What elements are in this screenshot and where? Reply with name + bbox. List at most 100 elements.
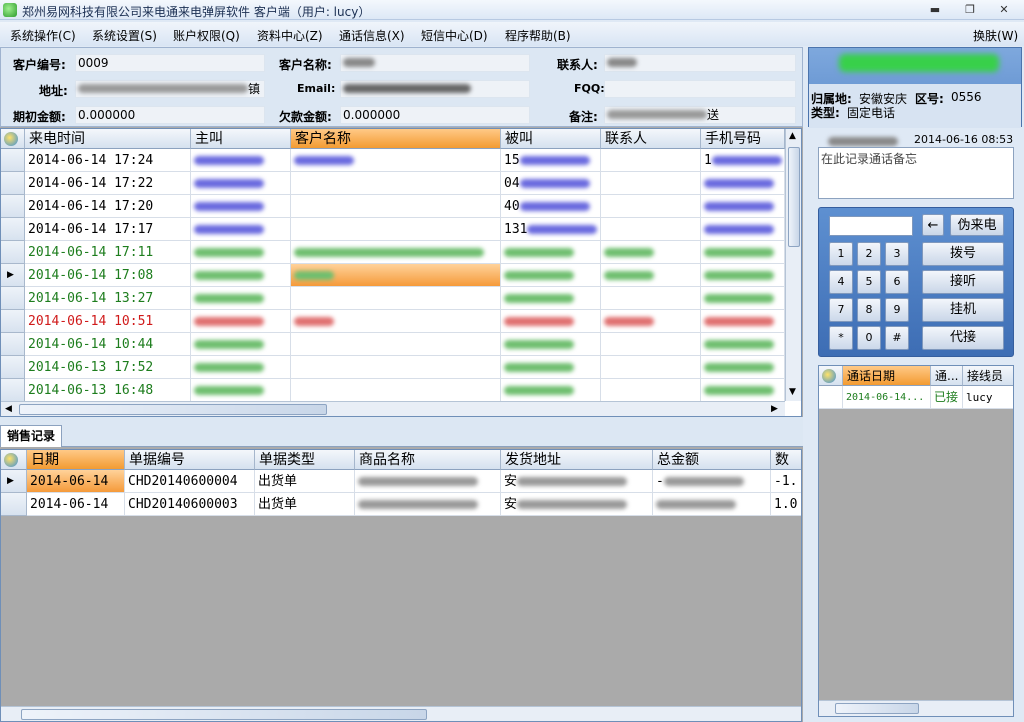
contact-cell[interactable] <box>601 218 701 241</box>
contact-field[interactable] <box>604 54 796 72</box>
email-field[interactable] <box>340 80 530 98</box>
called-cell[interactable] <box>501 333 601 356</box>
col-doc-no[interactable]: 单据编号 <box>125 450 255 470</box>
caller-cell[interactable] <box>191 264 291 287</box>
sales-date-cell[interactable]: 2014-06-14 <box>27 470 125 493</box>
sales-date-cell[interactable]: 2014-06-14 <box>27 493 125 516</box>
customer-name-cell[interactable] <box>291 218 501 241</box>
calls-vscroll-thumb[interactable] <box>788 147 800 247</box>
contact-cell[interactable] <box>601 379 701 402</box>
col-doc-type[interactable]: 单据类型 <box>255 450 355 470</box>
call-row-header[interactable]: ▶ <box>1 264 25 287</box>
mobile-cell[interactable] <box>701 310 785 333</box>
key-4[interactable]: 4 <box>829 270 853 294</box>
customer-name-cell[interactable] <box>291 195 501 218</box>
sales-qty-cell[interactable]: 1.0 <box>771 493 801 516</box>
history-row-header[interactable] <box>819 386 843 409</box>
minimize-button[interactable]: ▬ <box>921 2 949 18</box>
call-row-header[interactable] <box>1 172 25 195</box>
menu-system-settings[interactable]: 系统设置(S) <box>92 27 157 44</box>
close-button[interactable]: ✕ <box>990 2 1018 18</box>
sales-amount-cell[interactable]: - <box>653 470 771 493</box>
menu-call-info[interactable]: 通话信息(X) <box>339 27 405 44</box>
key-2[interactable]: 2 <box>857 242 881 266</box>
col-total-amount[interactable]: 总金额 <box>653 450 771 470</box>
call-row-header[interactable] <box>1 218 25 241</box>
col-called[interactable]: 被叫 <box>501 129 601 149</box>
called-cell[interactable]: 131 <box>501 218 601 241</box>
call-row-header[interactable] <box>1 149 25 172</box>
mobile-cell[interactable] <box>701 241 785 264</box>
customer-name-cell[interactable] <box>291 241 501 264</box>
mobile-cell[interactable] <box>701 379 785 402</box>
fqq-field[interactable] <box>604 80 796 98</box>
customer-name-cell[interactable] <box>291 172 501 195</box>
key-star[interactable]: * <box>829 326 853 350</box>
col-quantity[interactable]: 数量 <box>771 450 801 488</box>
menu-data-center[interactable]: 资料中心(Z) <box>257 27 323 44</box>
caller-cell[interactable] <box>191 333 291 356</box>
sales-qty-cell[interactable]: -1. <box>771 470 801 493</box>
caller-cell[interactable] <box>191 149 291 172</box>
arrears-field[interactable]: 0.000000 <box>340 106 530 124</box>
contact-cell[interactable] <box>601 241 701 264</box>
key-1[interactable]: 1 <box>829 242 853 266</box>
called-cell[interactable]: 40 <box>501 195 601 218</box>
menu-sms-center[interactable]: 短信中心(D) <box>421 27 488 44</box>
sales-docno-cell[interactable]: CHD20140600003 <box>125 493 255 516</box>
call-time-cell[interactable]: 2014-06-13 17:52 <box>25 356 191 379</box>
sales-amount-cell[interactable] <box>653 493 771 516</box>
call-row-header[interactable] <box>1 310 25 333</box>
col-date[interactable]: 日期 <box>27 450 125 470</box>
call-row-header[interactable] <box>1 241 25 264</box>
mobile-cell[interactable] <box>701 356 785 379</box>
call-row-header[interactable] <box>1 379 25 402</box>
call-row-header[interactable] <box>1 287 25 310</box>
sales-doctype-cell[interactable]: 出货单 <box>255 493 355 516</box>
call-time-cell[interactable]: 2014-06-14 17:24 <box>25 149 191 172</box>
call-time-cell[interactable]: 2014-06-14 10:44 <box>25 333 191 356</box>
customer-name-cell[interactable] <box>291 264 501 287</box>
contact-cell[interactable] <box>601 310 701 333</box>
contact-cell[interactable] <box>601 172 701 195</box>
customer-name-cell[interactable] <box>291 333 501 356</box>
customer-name-cell[interactable] <box>291 287 501 310</box>
sales-hscroll-thumb[interactable] <box>21 709 427 720</box>
opening-balance-field[interactable]: 0.000000 <box>75 106 265 124</box>
caller-cell[interactable] <box>191 172 291 195</box>
col-call-time[interactable]: 来电时间 <box>25 129 191 149</box>
col-ship-address[interactable]: 发货地址 <box>501 450 653 470</box>
call-time-cell[interactable]: 2014-06-14 17:22 <box>25 172 191 195</box>
backspace-button[interactable]: ← <box>922 214 944 236</box>
call-row-header[interactable] <box>1 333 25 356</box>
fake-call-button[interactable]: 伪来电 <box>950 214 1004 236</box>
customer-code-field[interactable]: 0009 <box>75 54 265 72</box>
col-mobile[interactable]: 手机号码 <box>701 129 785 149</box>
remark-field[interactable]: 送 <box>604 106 796 124</box>
call-row-header[interactable] <box>1 195 25 218</box>
pickup-button[interactable]: 代接 <box>922 326 1004 350</box>
scroll-right-icon[interactable]: ▶ <box>771 404 778 414</box>
sales-address-cell[interactable]: 安 <box>501 493 653 516</box>
col-call-date[interactable]: 通话日期 <box>843 366 931 386</box>
customer-name-field[interactable] <box>340 54 530 72</box>
col-operator[interactable]: 接线员 <box>963 366 1013 386</box>
calls-hscroll[interactable]: ◀ ▶ <box>1 401 785 416</box>
caller-cell[interactable] <box>191 287 291 310</box>
col-product-name[interactable]: 商品名称 <box>355 450 501 470</box>
calls-vscroll[interactable]: ▲ ▼ <box>785 129 801 401</box>
call-time-cell[interactable]: 2014-06-14 17:11 <box>25 241 191 264</box>
sales-address-cell[interactable]: 安 <box>501 470 653 493</box>
caller-cell[interactable] <box>191 356 291 379</box>
called-cell[interactable]: 15 <box>501 149 601 172</box>
called-cell[interactable] <box>501 264 601 287</box>
contact-cell[interactable] <box>601 149 701 172</box>
sales-docno-cell[interactable]: CHD20140600004 <box>125 470 255 493</box>
key-7[interactable]: 7 <box>829 298 853 322</box>
called-cell[interactable] <box>501 310 601 333</box>
customer-name-cell[interactable] <box>291 356 501 379</box>
sales-tab[interactable]: 销售记录 <box>0 425 62 447</box>
call-time-cell[interactable]: 2014-06-14 17:08 <box>25 264 191 287</box>
key-0[interactable]: 0 <box>857 326 881 350</box>
mobile-cell[interactable] <box>701 287 785 310</box>
